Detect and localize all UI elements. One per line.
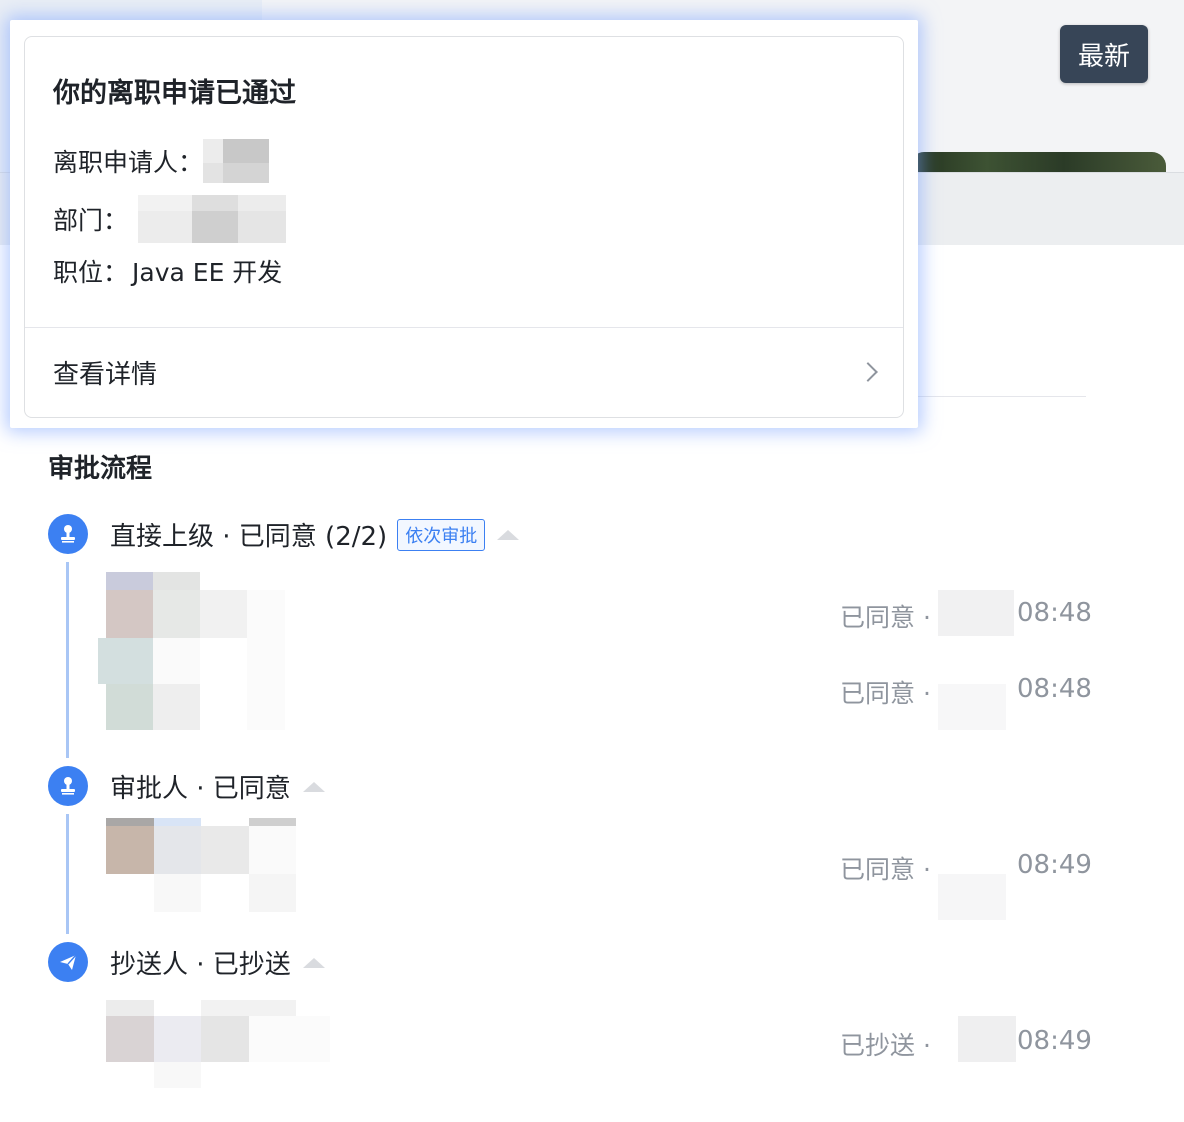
applicant-name-redacted [203, 139, 270, 183]
record-time: 08:48 [1017, 598, 1092, 628]
collapse-caret-icon[interactable] [302, 957, 325, 968]
view-details-link[interactable]: 查看详情 [25, 328, 903, 416]
position-field: 职位： Java EE 开发 [53, 253, 282, 289]
redacted-date [938, 590, 1014, 636]
applicant-label: 离职申请人： [53, 148, 204, 177]
timeline-connector [66, 814, 69, 934]
stamp-icon [48, 766, 88, 806]
stamp-icon [48, 514, 88, 554]
chevron-right-icon [858, 362, 878, 382]
collapse-caret-icon[interactable] [302, 781, 325, 792]
department-label: 部门： [53, 206, 129, 235]
node-title-text: 审批人 · 已同意 [110, 774, 291, 804]
approval-node-title[interactable]: 抄送人 · 已抄送 [110, 944, 325, 981]
approver-avatars-redacted [98, 572, 288, 730]
sequential-approval-tag: 依次审批 [397, 518, 486, 551]
redacted-date [938, 684, 1006, 730]
approval-section-title: 审批流程 [48, 454, 153, 484]
applicant-field: 离职申请人： [53, 139, 270, 183]
timeline-connector [66, 562, 69, 758]
notification-card: 你的离职申请已通过 离职申请人： 部门： 职位： Java EE 开发 查看详情 [24, 36, 904, 418]
latest-button[interactable]: 最新 [1060, 25, 1148, 83]
notification-title: 你的离职申请已通过 [53, 78, 296, 109]
record-time: 08:49 [1017, 1026, 1092, 1056]
view-details-label: 查看详情 [53, 359, 158, 390]
collapse-caret-icon[interactable] [497, 529, 520, 540]
record-status: 已同意 · [840, 855, 931, 884]
node-title-text: 直接上级 · 已同意 (2/2) [110, 522, 388, 552]
record-status: 已抄送 · [840, 1031, 931, 1060]
position-value: Java EE 开发 [132, 258, 283, 287]
approver-avatar-redacted [106, 818, 296, 912]
department-field: 部门： [53, 195, 287, 243]
position-label: 职位： [53, 258, 129, 287]
approval-node-title[interactable]: 审批人 · 已同意 [110, 768, 325, 805]
record-status: 已同意 · [840, 679, 931, 708]
record-time: 08:49 [1017, 850, 1092, 880]
record-time: 08:48 [1017, 674, 1092, 704]
send-icon [48, 942, 88, 982]
record-status: 已同意 · [840, 603, 931, 632]
node-title-text: 抄送人 · 已抄送 [110, 950, 291, 980]
redacted-date [938, 874, 1006, 920]
redacted-date [958, 1016, 1016, 1062]
approval-node-title[interactable]: 直接上级 · 已同意 (2/2) 依次审批 [110, 516, 520, 553]
cc-recipient-redacted [106, 1000, 330, 1088]
department-value-redacted [138, 195, 287, 243]
